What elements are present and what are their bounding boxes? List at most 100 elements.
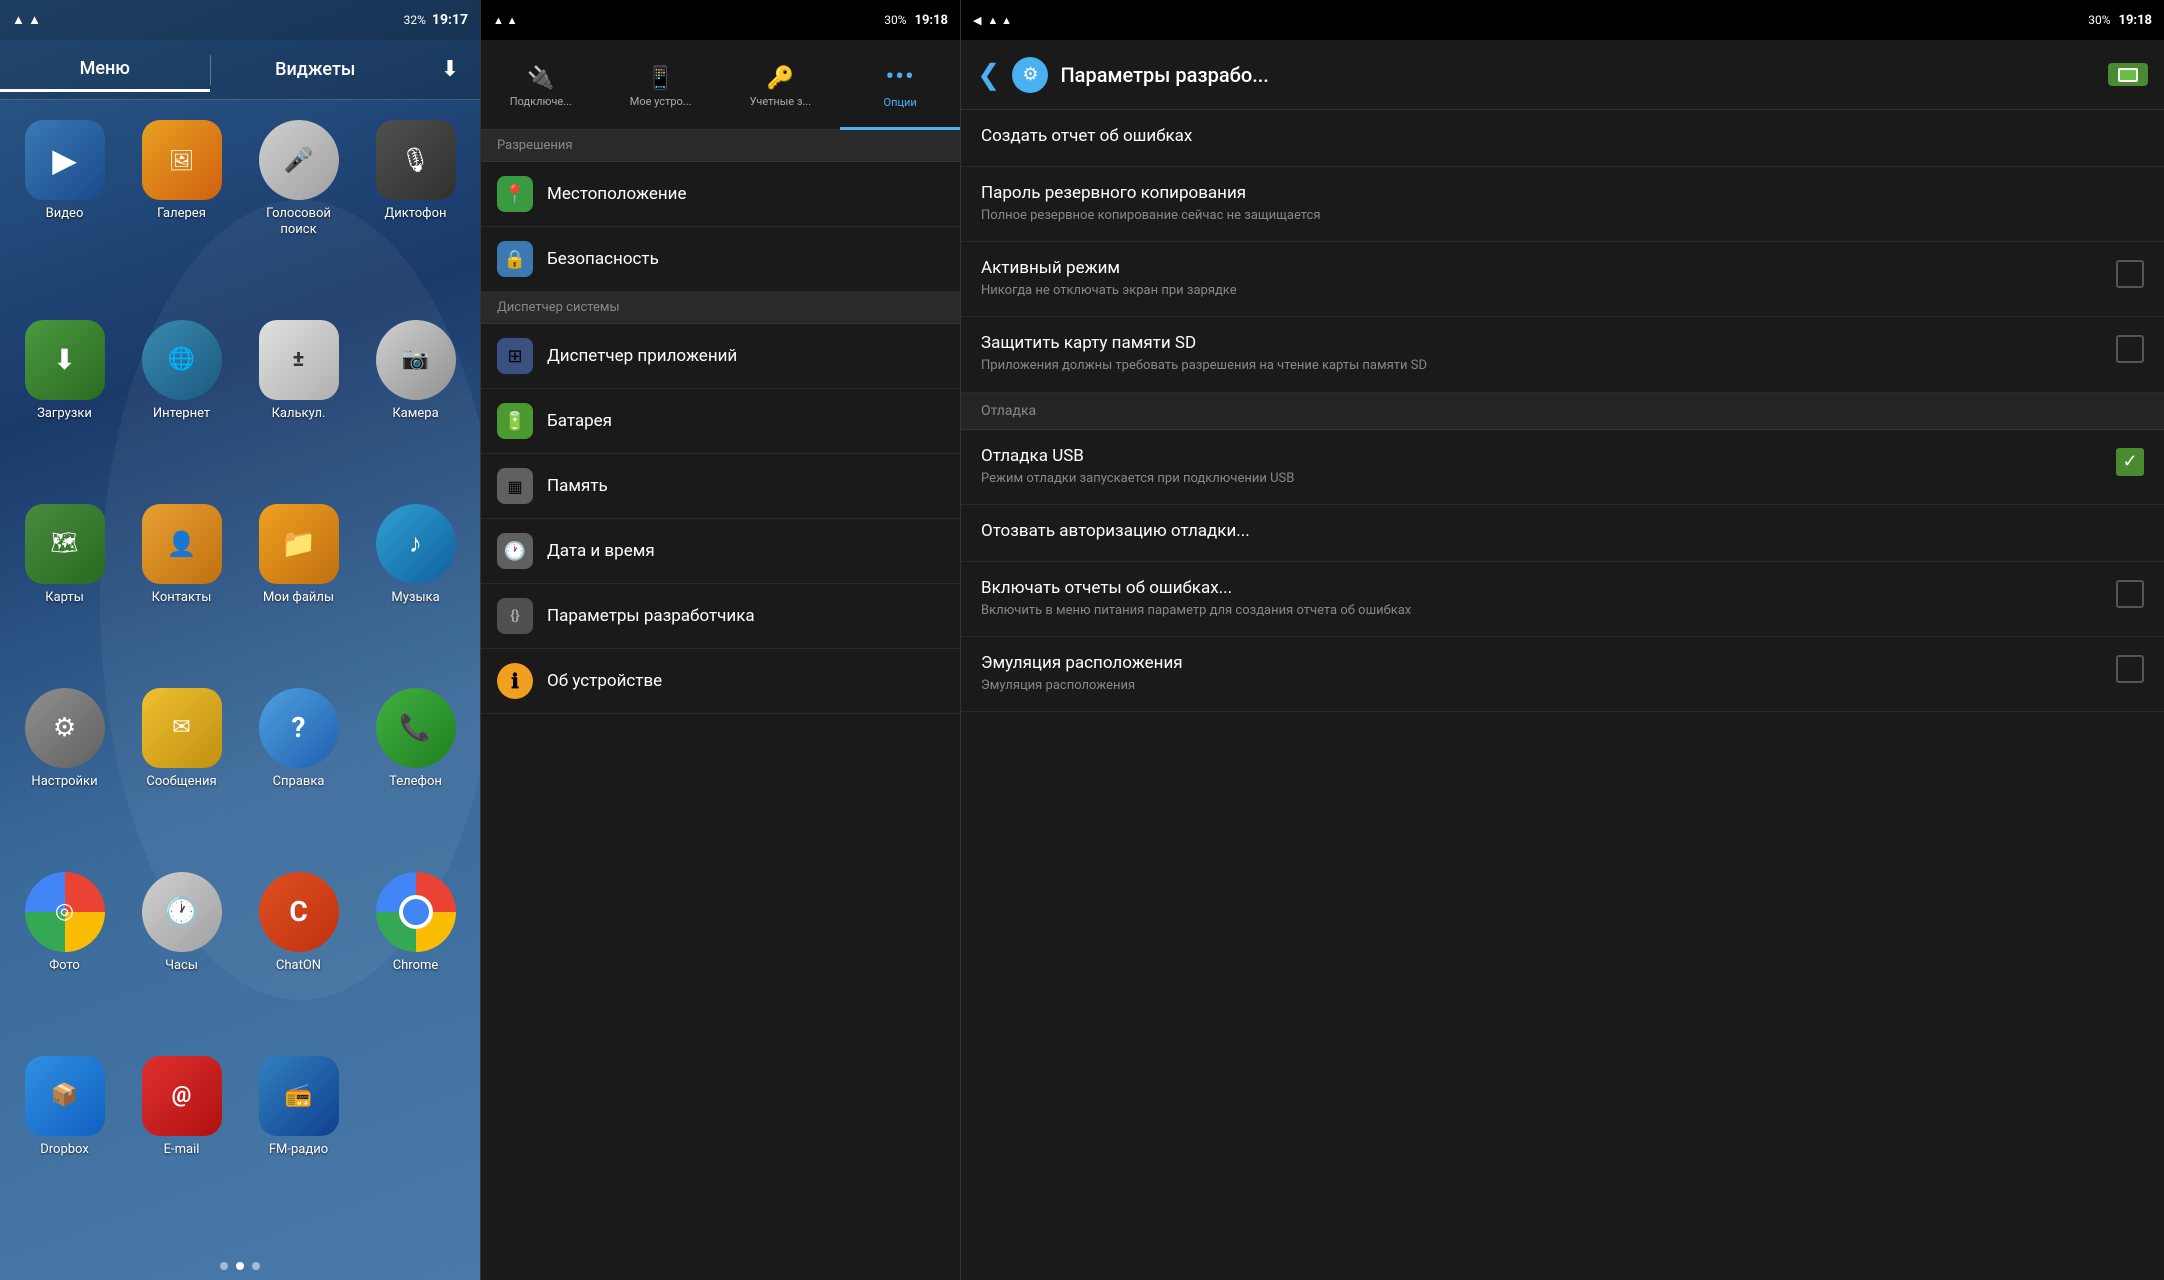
app-label-downloads: Загрузки bbox=[37, 406, 92, 422]
app-email[interactable]: @ E-mail bbox=[127, 1056, 236, 1232]
app-dictaphone[interactable]: 🎙 Диктофон bbox=[361, 120, 470, 312]
app-label-clock: Часы bbox=[165, 958, 198, 974]
app-label-camera: Камера bbox=[392, 406, 438, 422]
sysmanager-text: Диспетчер системы bbox=[497, 300, 620, 315]
tab-options[interactable]: ••• Опции bbox=[840, 40, 960, 130]
app-label-help: Справка bbox=[273, 774, 325, 790]
tab-menu[interactable]: Меню bbox=[0, 48, 210, 92]
tab-mydevice[interactable]: 📱 Мое устро... bbox=[601, 40, 721, 130]
settings-item-appmanager[interactable]: ⊞ Диспетчер приложений bbox=[481, 324, 960, 389]
settings-item-battery[interactable]: 🔋 Батарея bbox=[481, 389, 960, 454]
dev-item-create-report[interactable]: Создать отчет об ошибках bbox=[961, 110, 2164, 167]
app-placeholder bbox=[361, 1056, 470, 1232]
error-reports-checkbox[interactable] bbox=[2116, 580, 2144, 608]
app-music[interactable]: ♪ Музыка bbox=[361, 504, 470, 680]
create-report-title: Создать отчет об ошибках bbox=[981, 126, 2144, 146]
app-label-dropbox: Dropbox bbox=[40, 1142, 89, 1158]
app-messages[interactable]: ✉ Сообщения bbox=[127, 688, 236, 864]
apps-grid: ▶ Видео 🖼 Галерея 🎤 Голосовой поиск 🎙 Ди… bbox=[0, 100, 480, 1252]
dev-item-error-reports[interactable]: Включать отчеты об ошибках... Включить в… bbox=[961, 562, 2164, 637]
error-reports-subtitle: Включить в меню питания параметр для соз… bbox=[981, 602, 2104, 620]
tab-connections[interactable]: 🔌 Подключе... bbox=[481, 40, 601, 130]
dot-2[interactable] bbox=[252, 1262, 260, 1270]
dev-item-mock-location[interactable]: Эмуляция расположения Эмуляция расположе… bbox=[961, 637, 2164, 712]
app-photos[interactable]: ◎ Фото bbox=[10, 872, 119, 1048]
app-camera[interactable]: 📷 Камера bbox=[361, 320, 470, 496]
settings-status-left: ▲ ▲ bbox=[493, 14, 518, 27]
dot-0[interactable] bbox=[220, 1262, 228, 1270]
app-maps[interactable]: 🗺 Карты bbox=[10, 504, 119, 680]
app-icon-myfiles: 📁 bbox=[259, 504, 339, 584]
location-icon: 📍 bbox=[497, 176, 533, 212]
dev-status-bar: ◀ ▲ ▲ 30% 19:18 bbox=[961, 0, 2164, 40]
app-icon-camera: 📷 bbox=[376, 320, 456, 400]
dev-item-revoke-debug[interactable]: Отозвать авторизацию отладки... bbox=[961, 505, 2164, 562]
settings-item-security[interactable]: 🔒 Безопасность bbox=[481, 227, 960, 292]
usb-debug-checkbox[interactable]: ✓ bbox=[2116, 448, 2144, 476]
dev-battery-indicator bbox=[2108, 63, 2148, 86]
backup-password-subtitle: Полное резервное копирование сейчас не з… bbox=[981, 207, 2144, 225]
app-help[interactable]: ? Справка bbox=[244, 688, 353, 864]
app-icon-photos: ◎ bbox=[25, 872, 105, 952]
debug-section-label: Отладка bbox=[981, 403, 1036, 419]
settings-tabs-bar: 🔌 Подключе... 📱 Мое устро... 🔑 Учетные з… bbox=[481, 40, 960, 130]
app-clock[interactable]: 🕐 Часы bbox=[127, 872, 236, 1048]
app-gallery[interactable]: 🖼 Галерея bbox=[127, 120, 236, 312]
dot-1[interactable] bbox=[236, 1262, 244, 1270]
settings-panel: ▲ ▲ 30% 19:18 🔌 Подключе... 📱 Мое устро.… bbox=[480, 0, 960, 1280]
app-dropbox[interactable]: 📦 Dropbox bbox=[10, 1056, 119, 1232]
app-chrome[interactable]: Chrome bbox=[361, 872, 470, 1048]
revoke-debug-title: Отозвать авторизацию отладки... bbox=[981, 521, 2144, 541]
active-mode-checkbox[interactable] bbox=[2116, 260, 2144, 288]
dev-item-backup-password[interactable]: Пароль резервного копирования Полное рез… bbox=[961, 167, 2164, 242]
app-contacts[interactable]: 👤 Контакты bbox=[127, 504, 236, 680]
about-icon: ℹ bbox=[497, 663, 533, 699]
app-settings[interactable]: ⚙ Настройки bbox=[10, 688, 119, 864]
app-downloads[interactable]: ⬇ Загрузки bbox=[10, 320, 119, 496]
app-phone[interactable]: 📞 Телефон bbox=[361, 688, 470, 864]
section-header-permissions: Разрешения bbox=[481, 130, 960, 162]
app-icon-dropbox: 📦 bbox=[25, 1056, 105, 1136]
tab-widgets[interactable]: Виджеты bbox=[211, 49, 421, 90]
settings-status-right: 30% 19:18 bbox=[884, 13, 948, 28]
mock-location-checkbox[interactable] bbox=[2116, 655, 2144, 683]
dev-back-button[interactable]: ❮ bbox=[977, 58, 1000, 91]
app-icon-voice: 🎤 bbox=[259, 120, 339, 200]
app-label-myfiles: Мои файлы bbox=[263, 590, 334, 606]
settings-item-datetime[interactable]: 🕐 Дата и время bbox=[481, 519, 960, 584]
app-label-email: E-mail bbox=[164, 1142, 200, 1158]
mydevice-icon: 📱 bbox=[647, 66, 674, 91]
app-chaton[interactable]: C ChatON bbox=[244, 872, 353, 1048]
battery-percent: 32% bbox=[404, 13, 426, 27]
app-calc[interactable]: ± Калькул. bbox=[244, 320, 353, 496]
protect-sd-text: Защитить карту памяти SD Приложения долж… bbox=[981, 333, 2104, 375]
app-label-video: Видео bbox=[46, 206, 84, 222]
settings-item-location[interactable]: 📍 Местоположение bbox=[481, 162, 960, 227]
developer-panel: ◀ ▲ ▲ 30% 19:18 ❮ ⚙ Параметры разрабо...… bbox=[960, 0, 2164, 1280]
app-label-fmradio: FM-радио bbox=[269, 1142, 328, 1158]
app-fmradio[interactable]: 📻 FM-радио bbox=[244, 1056, 353, 1232]
home-screen: ▲ ▲ 32% 19:17 Меню Виджеты ⬇ ▶ Видео 🖼 Г… bbox=[0, 0, 480, 1280]
settings-item-about[interactable]: ℹ Об устройстве bbox=[481, 649, 960, 714]
app-label-settings: Настройки bbox=[31, 774, 97, 790]
appmanager-icon: ⊞ bbox=[497, 338, 533, 374]
dev-item-active-mode[interactable]: Активный режим Никогда не отключать экра… bbox=[961, 242, 2164, 317]
app-icon-calc: ± bbox=[259, 320, 339, 400]
dev-item-protect-sd[interactable]: Защитить карту памяти SD Приложения долж… bbox=[961, 317, 2164, 392]
app-icon-chrome bbox=[376, 872, 456, 952]
battery-label: Батарея bbox=[547, 411, 612, 431]
settings-item-memory[interactable]: ▦ Память bbox=[481, 454, 960, 519]
options-icon: ••• bbox=[885, 62, 914, 92]
dev-battery-bar bbox=[2118, 68, 2138, 82]
app-video[interactable]: ▶ Видео bbox=[10, 120, 119, 312]
app-voice[interactable]: 🎤 Голосовой поиск bbox=[244, 120, 353, 312]
settings-item-devopt[interactable]: {} Параметры разработчика bbox=[481, 584, 960, 649]
settings-battery: 30% bbox=[884, 13, 906, 27]
connections-label: Подключе... bbox=[510, 95, 572, 108]
app-myfiles[interactable]: 📁 Мои файлы bbox=[244, 504, 353, 680]
download-tab-button[interactable]: ⬇ bbox=[420, 57, 480, 82]
tab-accounts[interactable]: 🔑 Учетные з... bbox=[721, 40, 841, 130]
protect-sd-checkbox[interactable] bbox=[2116, 335, 2144, 363]
dev-item-usb-debug[interactable]: Отладка USB Режим отладки запускается пр… bbox=[961, 430, 2164, 505]
app-internet[interactable]: 🌐 Интернет bbox=[127, 320, 236, 496]
